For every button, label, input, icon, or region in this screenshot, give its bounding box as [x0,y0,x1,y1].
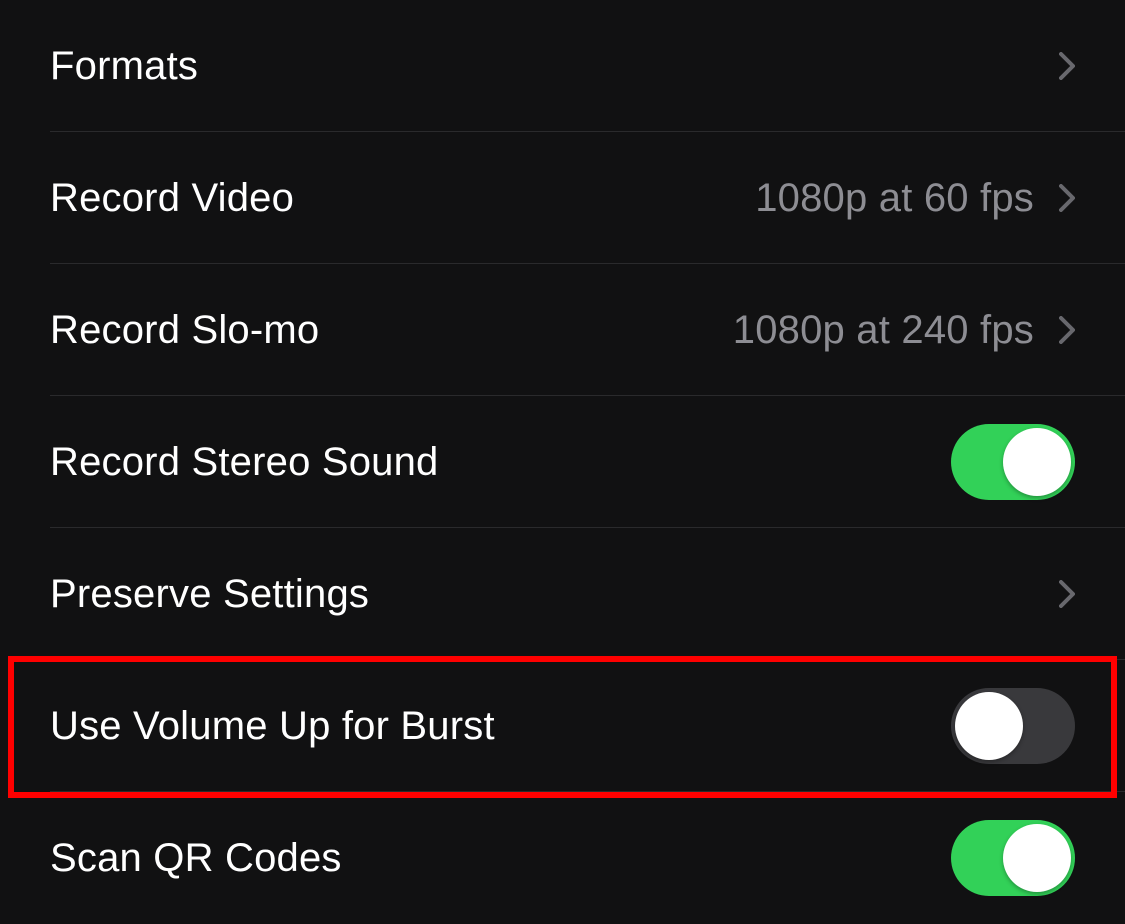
row-record-slo-mo[interactable]: Record Slo-mo 1080p at 240 fps [0,264,1125,396]
row-record-video[interactable]: Record Video 1080p at 60 fps [0,132,1125,264]
chevron-right-icon [1059,316,1075,344]
row-preserve-settings[interactable]: Preserve Settings [0,528,1125,660]
row-right [951,820,1075,896]
row-right: 1080p at 240 fps [733,308,1075,353]
row-label: Preserve Settings [50,572,369,617]
row-formats[interactable]: Formats [0,0,1125,132]
toggle-record-stereo-sound[interactable] [951,424,1075,500]
row-value: 1080p at 240 fps [733,308,1034,353]
toggle-scan-qr-codes[interactable] [951,820,1075,896]
row-scan-qr-codes: Scan QR Codes [0,792,1125,924]
toggle-use-volume-up-for-burst[interactable] [951,688,1075,764]
row-label: Record Stereo Sound [50,440,439,485]
toggle-knob [1003,824,1071,892]
chevron-right-icon [1059,580,1075,608]
chevron-right-icon [1059,52,1075,80]
row-label: Record Video [50,176,294,221]
row-use-volume-up-for-burst: Use Volume Up for Burst [0,660,1125,792]
row-value: 1080p at 60 fps [755,176,1034,221]
row-label: Record Slo-mo [50,308,319,353]
row-record-stereo-sound: Record Stereo Sound [0,396,1125,528]
row-right [951,424,1075,500]
row-right: 1080p at 60 fps [755,176,1075,221]
row-label: Use Volume Up for Burst [50,704,495,749]
settings-list: Formats Record Video 1080p at 60 fps Rec… [0,0,1125,924]
chevron-right-icon [1059,184,1075,212]
row-right [1059,52,1075,80]
row-right [951,688,1075,764]
row-label: Formats [50,44,198,89]
toggle-knob [1003,428,1071,496]
row-right [1059,580,1075,608]
row-label: Scan QR Codes [50,836,342,881]
toggle-knob [955,692,1023,760]
